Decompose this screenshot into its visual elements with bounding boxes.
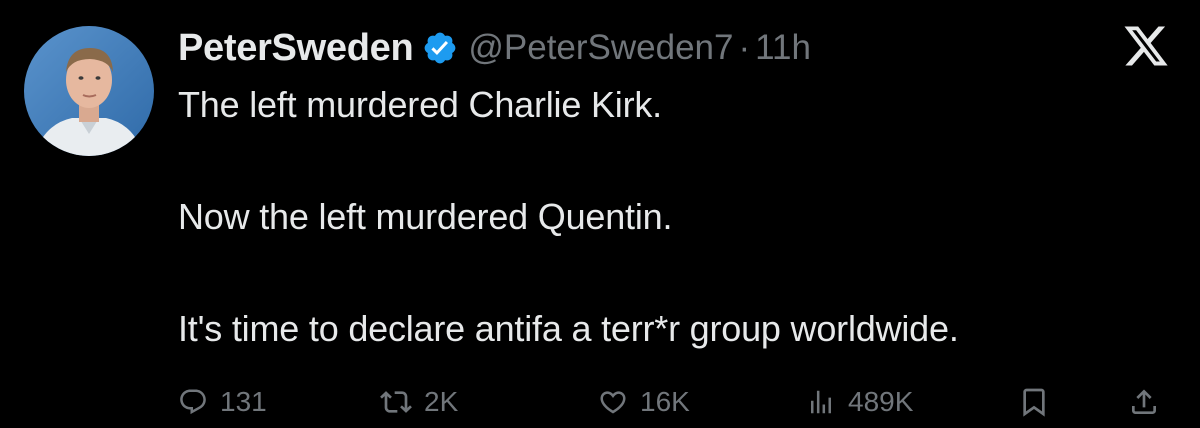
display-name[interactable]: PeterSweden (178, 27, 414, 70)
heart-icon (598, 387, 628, 417)
share-icon (1128, 386, 1160, 418)
verified-badge-icon[interactable] (422, 30, 458, 66)
reply-count: 131 (220, 386, 267, 417)
views-icon (806, 387, 836, 417)
bookmark-button[interactable] (1018, 376, 1050, 428)
view-count: 489K (848, 386, 914, 417)
x-logo-icon (1122, 22, 1170, 70)
reply-icon (178, 387, 208, 417)
share-button[interactable] (1128, 376, 1160, 428)
repost-count: 2K (424, 386, 459, 417)
like-count: 16K (640, 386, 690, 417)
tweet-header: PeterSweden @PeterSweden7 · 11h (178, 22, 811, 74)
bookmark-icon (1018, 386, 1050, 418)
tweet-text-line: It's time to declare antifa a terr*r gro… (178, 308, 959, 349)
repost-button[interactable]: 2K (380, 376, 458, 428)
tweet-text-line: Now the left murdered Quentin. (178, 196, 673, 237)
tweet-text-line: The left murdered Charlie Kirk. (178, 84, 662, 125)
tweet-actions-bar: 131 2K 16K 489K (0, 376, 1200, 428)
separator-dot: · (738, 28, 751, 67)
reply-button[interactable]: 131 (178, 376, 267, 428)
like-button[interactable]: 16K (598, 376, 690, 428)
views-button[interactable]: 489K (806, 376, 913, 428)
timestamp[interactable]: 11h (755, 28, 811, 68)
user-handle[interactable]: @PeterSweden7 (468, 28, 733, 68)
avatar[interactable] (24, 26, 154, 156)
repost-icon (380, 386, 412, 418)
